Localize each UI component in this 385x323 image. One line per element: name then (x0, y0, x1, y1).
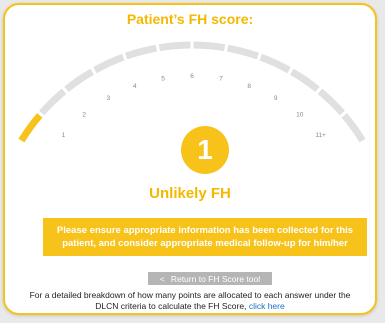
gauge-segment (317, 88, 345, 116)
return-button-label: Return to FH Score tool (170, 273, 261, 284)
gauge-segment (290, 68, 320, 93)
score-badge: 1 (181, 126, 229, 174)
gauge-tick-label: 6 (190, 73, 194, 80)
gauge-segment (18, 113, 43, 143)
dlcn-footnote: For a detailed breakdown of how many poi… (25, 290, 355, 312)
gauge-tick-label: 3 (106, 95, 110, 102)
follow-up-notice: Please ensure appropriate information ha… (43, 218, 367, 256)
gauge-tick-label: 2 (82, 112, 86, 119)
risk-verdict: Unlikely FH (149, 185, 231, 202)
score-gauge: 01234567891011+ (18, 41, 366, 143)
gauge-tick-label: 10 (296, 112, 304, 119)
gauge-tick-label: 11+ (315, 132, 326, 139)
score-value: 1 (197, 134, 213, 165)
click-here-link[interactable]: click here (249, 301, 285, 311)
return-to-tool-button[interactable]: < Return to FH Score tool (148, 272, 272, 285)
gauge-segment (64, 68, 94, 93)
gauge-segment (125, 44, 157, 60)
gauge-segment (93, 53, 125, 74)
notice-text: Please ensure appropriate information ha… (56, 225, 354, 249)
gauge-segment (341, 113, 366, 143)
chevron-left-icon: < (159, 273, 165, 284)
gauge-segment (158, 41, 191, 52)
gauge-tick-label: 8 (247, 83, 251, 90)
gauge-segment (227, 44, 259, 60)
fh-score-card: Patient’s FH score: 01234567891011+ 1 Un… (3, 3, 377, 315)
gauge-tick-label: 5 (161, 76, 165, 83)
gauge-tick-label: 9 (274, 95, 278, 102)
gauge-tick-label: 4 (133, 83, 137, 90)
gauge-segment (193, 41, 226, 52)
gauge-tick-label: 7 (219, 76, 223, 83)
gauge-tick-label: 1 (62, 132, 66, 139)
gauge-segment (39, 88, 67, 116)
footnote-text: For a detailed breakdown of how many poi… (29, 290, 351, 311)
gauge-segment (259, 53, 291, 74)
